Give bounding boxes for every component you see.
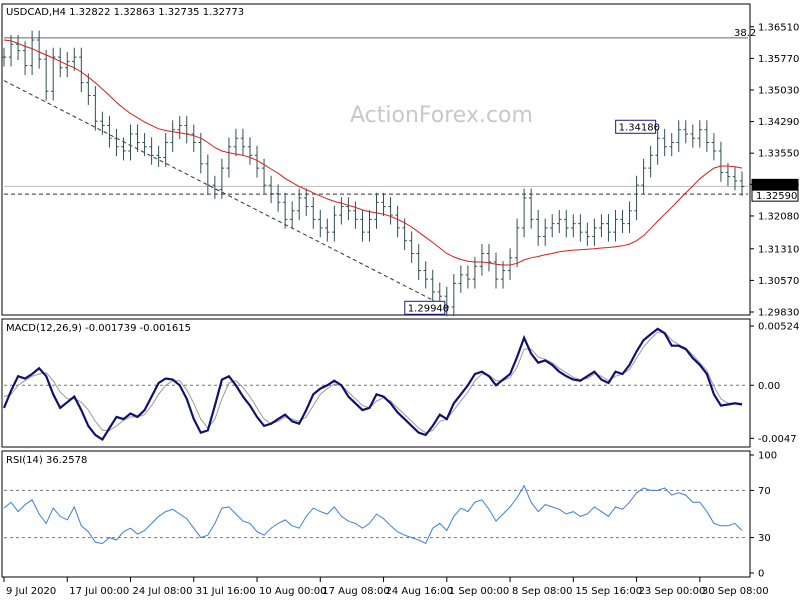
time-axis-tick-label: 8 Sep 08:00 bbox=[512, 586, 572, 597]
macd-label: MACD(12,26,9) -0.001739 -0.001615 bbox=[6, 323, 191, 334]
time-axis-tick-label: 30 Sep 08:00 bbox=[702, 586, 769, 597]
price-annotation-connector bbox=[444, 306, 447, 309]
time-axis-tick-label: 31 Jul 16:00 bbox=[196, 586, 256, 597]
price-annotation-connector bbox=[655, 125, 658, 128]
time-axis-tick-label: 17 Aug 08:00 bbox=[322, 586, 389, 597]
price-axis-tick-label: 1.35030 bbox=[758, 85, 799, 96]
macd-axis-tick-label: 0.00 bbox=[758, 381, 780, 392]
rsi-axis-tick-label: 100 bbox=[758, 451, 777, 462]
price-axis-tick-label: 1.34290 bbox=[758, 117, 799, 128]
rsi-axis-tick-label: 70 bbox=[758, 486, 771, 497]
price-annotation-label: 1.29940 bbox=[408, 303, 449, 314]
rsi-axis-tick-label: 0 bbox=[758, 569, 764, 580]
time-axis-tick-label: 10 Aug 00:00 bbox=[259, 586, 326, 597]
time-axis-tick-label: 15 Sep 16:00 bbox=[575, 586, 642, 597]
usdcad-chart: ActionForex.com 38.2 1.29940 1.34180 1.365… bbox=[0, 0, 800, 600]
fib-level-label: 38.2 bbox=[734, 28, 756, 39]
chart-background bbox=[0, 0, 800, 600]
price-axis-tick-label: 1.30570 bbox=[758, 276, 799, 287]
symbol-label: USDCAD,H4 1.32822 1.32863 1.32735 1.3277… bbox=[6, 7, 244, 18]
macd-axis-tick-label: -0.0047 bbox=[758, 434, 797, 445]
price-annotation-label: 1.34180 bbox=[619, 122, 660, 133]
rsi-label: RSI(14) 36.2578 bbox=[6, 455, 87, 466]
time-axis-tick-label: 24 Aug 16:00 bbox=[386, 586, 453, 597]
watermark: ActionForex.com bbox=[350, 103, 533, 128]
price-axis-tick-label: 1.29830 bbox=[758, 308, 799, 319]
price-axis-tick-label: 1.32080 bbox=[758, 211, 799, 222]
price-axis-tick-label: 1.36510 bbox=[758, 22, 799, 33]
macd-axis-tick-label: 0.005245 bbox=[758, 322, 800, 333]
price-axis-tick-label: 1.33550 bbox=[758, 149, 799, 160]
price-badge-label: 1.32590 bbox=[756, 191, 797, 202]
time-axis-tick-label: 23 Sep 00:00 bbox=[639, 586, 706, 597]
price-axis-tick-label: 1.31310 bbox=[758, 244, 799, 255]
price-axis-tick-label: 1.35770 bbox=[758, 54, 799, 65]
time-axis-tick-label: 9 Jul 2020 bbox=[6, 586, 56, 597]
time-axis-tick-label: 24 Jul 08:00 bbox=[133, 586, 193, 597]
time-axis-tick-label: 17 Jul 00:00 bbox=[69, 586, 129, 597]
rsi-axis-tick-label: 30 bbox=[758, 533, 771, 544]
time-axis-tick-label: 1 Sep 00:00 bbox=[449, 586, 509, 597]
